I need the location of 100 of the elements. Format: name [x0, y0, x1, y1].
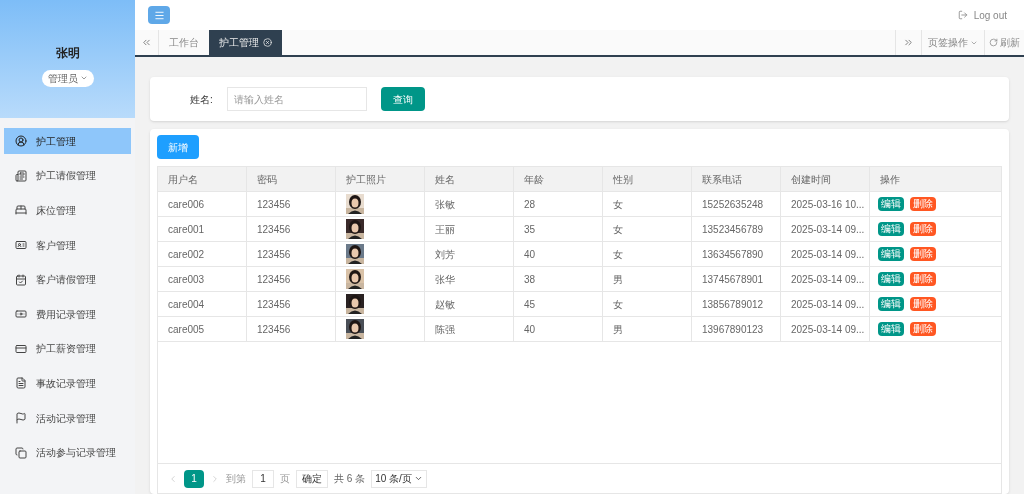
double-left-icon: [141, 37, 152, 48]
refresh-button[interactable]: 刷新: [984, 30, 1024, 55]
table-cell: 13634567890: [692, 242, 781, 266]
column-header: 性别: [603, 167, 692, 191]
edit-button[interactable]: 编辑: [878, 247, 904, 261]
calendar-icon: [15, 273, 27, 286]
sidebar-item[interactable]: 活动参与记录管理: [4, 439, 131, 466]
table-cell: 女: [603, 292, 692, 316]
table-cell: 2025-03-14 09...: [781, 317, 870, 341]
delete-button[interactable]: 删除: [910, 297, 936, 311]
table-cell: 38: [514, 267, 603, 291]
page-size-select[interactable]: 10 条/页: [371, 469, 427, 488]
table-cell: 13523456789: [692, 217, 781, 241]
delete-button[interactable]: 删除: [910, 247, 936, 261]
previous-icon: [168, 473, 178, 484]
table-cell: 陈强: [425, 317, 514, 341]
table-cell: 男: [603, 267, 692, 291]
name-input-field[interactable]: 请输入姓名: [226, 87, 367, 111]
table-cell: 2025-03-14 09...: [781, 267, 870, 291]
sidebar-item[interactable]: 护工请假管理: [4, 162, 131, 189]
bed-icon: [15, 204, 27, 217]
sidebar-item[interactable]: 活动记录管理: [4, 405, 131, 432]
edit-button[interactable]: 编辑: [878, 322, 904, 336]
page-tab[interactable]: 护工管理: [209, 30, 282, 55]
edit-button[interactable]: 编辑: [878, 272, 904, 286]
column-header: 姓名: [425, 167, 514, 191]
table-cell: 45: [514, 292, 603, 316]
delete-button[interactable]: 删除: [910, 272, 936, 286]
caret-icon: [413, 474, 423, 483]
edit-button[interactable]: 编辑: [878, 197, 904, 211]
add-button[interactable]: 新增: [157, 135, 199, 159]
delete-button[interactable]: 删除: [910, 197, 936, 211]
table-cell: 赵敏: [425, 292, 514, 316]
table-cell: 王丽: [425, 217, 514, 241]
table-cell: 13967890123: [692, 317, 781, 341]
table-cell: 张敏: [425, 192, 514, 216]
flag-icon: [15, 412, 27, 425]
refresh-icon: [989, 38, 998, 47]
sidebar-item[interactable]: 客户请假管理: [4, 266, 131, 293]
column-header: 联系电话: [692, 167, 781, 191]
sidebar-item[interactable]: 护工管理: [4, 128, 131, 155]
table-cell: 123456: [247, 242, 336, 266]
page-button[interactable]: 1: [184, 469, 204, 488]
table-cell: 2025-03-14 09...: [781, 242, 870, 266]
name-label: 姓名:: [190, 92, 213, 107]
list-icon: [15, 169, 27, 182]
table-cell: 男: [603, 317, 692, 341]
table-cell: care001: [158, 217, 247, 241]
column-header: 用户名: [158, 167, 247, 191]
table-cell: 张华: [425, 267, 514, 291]
menu-icon: [153, 9, 165, 21]
page-input-field[interactable]: 1: [252, 469, 274, 488]
column-header: 密码: [247, 167, 336, 191]
table-cell: 40: [514, 317, 603, 341]
close-icon: [263, 38, 272, 47]
confirm-button[interactable]: 确定: [296, 469, 328, 488]
table-cell: 123456: [247, 217, 336, 241]
table-cell: care002: [158, 242, 247, 266]
logout-icon: [957, 10, 968, 20]
sidebar-item[interactable]: 护工薪资管理: [4, 335, 131, 362]
total-count: 共 6 条: [334, 472, 366, 486]
sidebar-item[interactable]: 事故记录管理: [4, 370, 131, 397]
page-tab[interactable]: 工作台: [159, 30, 209, 55]
double-right-icon: [903, 37, 914, 48]
column-header: 护工照片: [336, 167, 425, 191]
delete-button[interactable]: 删除: [910, 222, 936, 236]
table-cell: care003: [158, 267, 247, 291]
sidebar-item[interactable]: 床位管理: [4, 197, 131, 224]
tab-actions-dropdown[interactable]: 页签操作: [921, 30, 984, 55]
query-button[interactable]: 查询: [380, 87, 425, 111]
delete-button[interactable]: 删除: [910, 322, 936, 336]
column-header: 操作: [879, 172, 901, 187]
table-cell: 40: [514, 242, 603, 266]
id-card-icon: [15, 239, 27, 252]
table-cell: 123456: [247, 267, 336, 291]
column-header: 年龄: [514, 167, 603, 191]
table-cell: 女: [603, 192, 692, 216]
page-unit-label: 页: [280, 472, 290, 486]
copy-icon: [15, 446, 27, 459]
role-dropdown[interactable]: 管理员: [41, 69, 94, 87]
table-cell: 女: [603, 217, 692, 241]
sidebar-item[interactable]: 费用记录管理: [4, 301, 131, 328]
sidebar-item[interactable]: 客户管理: [4, 232, 131, 259]
edit-button[interactable]: 编辑: [878, 222, 904, 236]
table-cell: 28: [514, 192, 603, 216]
table-cell: 35: [514, 217, 603, 241]
banknote-icon: [15, 308, 27, 321]
next-icon: [210, 473, 220, 484]
table-cell: 13856789012: [692, 292, 781, 316]
credit-card-icon: [15, 342, 27, 355]
user-icon: [15, 135, 27, 148]
table-cell: 女: [603, 242, 692, 266]
logout-link[interactable]: Log out: [957, 7, 1011, 23]
edit-button[interactable]: 编辑: [878, 297, 904, 311]
table-cell: 2025-03-14 09...: [781, 292, 870, 316]
menu-button[interactable]: [148, 6, 170, 24]
document-icon: [15, 377, 27, 390]
table-cell: 2025-03-14 09...: [781, 217, 870, 241]
table-cell: 123456: [247, 292, 336, 316]
table-cell: 15252635248: [692, 192, 781, 216]
